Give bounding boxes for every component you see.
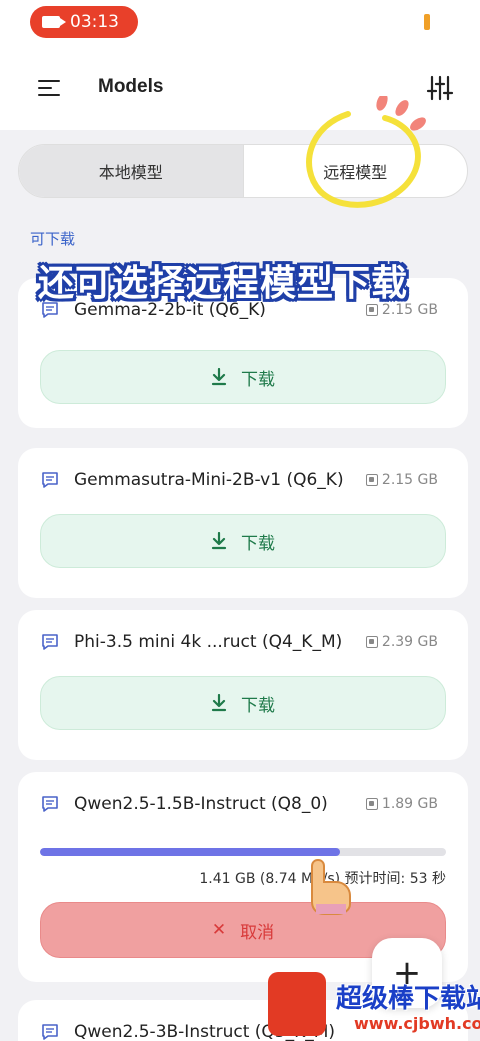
page-title: Models [98,76,164,97]
download-progress-bar [40,848,446,856]
model-card-header: Gemmasutra-Mini-2B-v1 (Q6_K) 2.15 GB [40,466,438,494]
source-tabs: 本地模型 远程模型 [18,144,468,198]
download-icon [211,694,227,712]
chip-icon [365,474,378,486]
tab-local-models[interactable]: 本地模型 [19,145,243,197]
close-icon: ✕ [211,920,227,940]
download-label: 下载 [241,695,275,716]
model-name: Gemmasutra-Mini-2B-v1 (Q6_K) [74,470,344,490]
watermark-text: 超级棒下载站 [336,984,480,1014]
video-caption-overlay: 还可选择远程模型下载 [38,263,409,304]
chat-bubble-icon [42,472,58,488]
chip-icon [365,798,378,810]
chat-bubble-icon [42,634,58,650]
download-site-logo [268,972,326,1036]
pointing-hand-icon [311,858,351,915]
model-size: 1.89 GB [365,796,438,812]
chat-bubble-icon [42,1024,58,1040]
download-icon [211,368,227,386]
download-button[interactable]: 下载 [40,350,446,404]
available-section-label: 可下载 [30,230,76,248]
chip-icon [365,636,378,648]
video-camera-icon [42,16,66,28]
models-content: 本地模型 远程模型 可下载 还可选择远程模型下载 Gemma-2-2b-it (… [0,130,480,1041]
model-size: 2.39 GB [365,634,438,650]
sliders-icon[interactable] [426,74,454,102]
watermark-url: www.cjbwh.com [354,1014,480,1033]
battery-icon [424,14,430,30]
model-name: Qwen2.5-1.5B-Instruct (Q8_0) [74,794,328,814]
download-label: 下载 [241,533,275,554]
recording-time: 03:13 [70,12,119,32]
model-size: 2.15 GB [365,472,438,488]
model-size-text: 2.39 GB [381,634,438,650]
download-icon [211,532,227,550]
model-card: Phi-3.5 mini 4k ...ruct (Q4_K_M) 2.39 GB… [18,610,468,760]
model-card: Gemmasutra-Mini-2B-v1 (Q6_K) 2.15 GB 下载 [18,448,468,598]
tab-remote-models[interactable]: 远程模型 [244,145,468,197]
model-card-header: Phi-3.5 mini 4k ...ruct (Q4_K_M) 2.39 GB [40,628,438,656]
site-watermark: 超级棒下载站 www.cjbwh.com [262,968,480,1041]
menu-icon[interactable] [38,80,60,98]
download-label: 下载 [241,369,275,390]
status-bar: 03:13 [0,0,480,50]
model-size-text: 2.15 GB [381,472,438,488]
app-bar: Models [0,50,480,130]
download-button[interactable]: 下载 [40,676,446,730]
screen-recording-indicator[interactable]: 03:13 [30,6,138,38]
chat-bubble-icon [42,796,58,812]
download-progress-fill [40,848,341,856]
model-size-text: 1.89 GB [381,796,438,812]
cancel-label: 取消 [240,922,275,943]
model-card-header: Qwen2.5-1.5B-Instruct (Q8_0) 1.89 GB [40,790,438,818]
download-button[interactable]: 下载 [40,514,446,568]
model-name: Phi-3.5 mini 4k ...ruct (Q4_K_M) [74,632,343,652]
